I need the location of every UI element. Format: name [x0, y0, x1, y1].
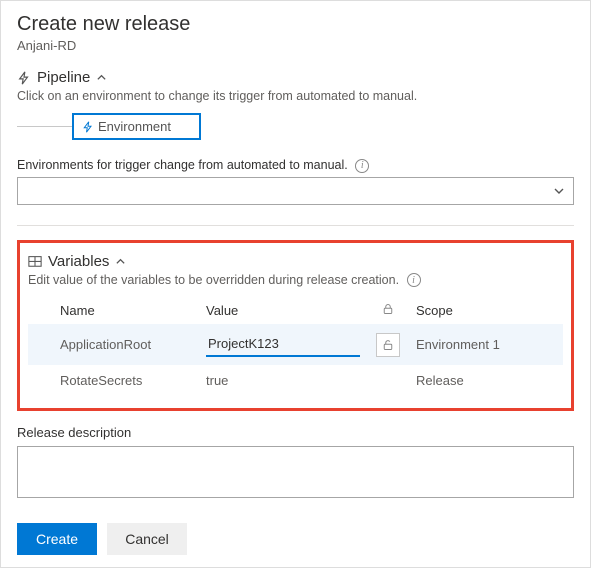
chevron-up-icon	[96, 72, 107, 83]
table-header-row: Name Value Scope	[28, 297, 563, 324]
environments-label: Environments for trigger change from aut…	[17, 158, 574, 173]
col-value: Value	[198, 297, 368, 324]
variables-table: Name Value Scope ApplicationRoot	[28, 297, 563, 396]
release-definition-name: Anjani-RD	[17, 38, 574, 53]
description-label: Release description	[17, 425, 574, 440]
grid-icon	[28, 254, 42, 268]
variable-name: ApplicationRoot	[28, 324, 198, 365]
variables-label: Variables	[48, 253, 109, 270]
pipeline-label: Pipeline	[37, 69, 90, 86]
chevron-down-icon	[553, 185, 565, 197]
pipeline-hint: Click on an environment to change its tr…	[17, 89, 574, 103]
lock-icon	[382, 303, 394, 315]
divider	[17, 225, 574, 226]
chevron-up-icon	[115, 256, 126, 267]
lock-button[interactable]	[376, 333, 400, 357]
variable-name: RotateSecrets	[28, 365, 198, 396]
cancel-button[interactable]: Cancel	[107, 523, 187, 555]
environment-stage[interactable]: Environment	[72, 113, 201, 140]
col-name: Name	[28, 297, 198, 324]
button-row: Create Cancel	[17, 523, 574, 555]
col-scope: Scope	[408, 297, 563, 324]
pipeline-section-toggle[interactable]: Pipeline	[17, 69, 574, 86]
pipeline-diagram: Environment	[17, 113, 574, 140]
table-row[interactable]: RotateSecrets true Release	[28, 365, 563, 396]
variable-value-input[interactable]	[206, 332, 360, 357]
variable-value: true	[198, 365, 368, 396]
description-textarea[interactable]	[17, 446, 574, 498]
info-icon[interactable]: i	[407, 273, 421, 287]
pipeline-connector	[17, 126, 72, 127]
unlock-icon	[382, 339, 394, 351]
info-icon[interactable]: i	[355, 159, 369, 173]
page-title: Create new release	[17, 13, 574, 36]
lightning-icon	[17, 71, 31, 85]
create-button[interactable]: Create	[17, 523, 97, 555]
variable-scope: Release	[408, 365, 563, 396]
variables-highlight: Variables Edit value of the variables to…	[17, 240, 574, 412]
lightning-icon	[82, 121, 94, 133]
variables-section-toggle[interactable]: Variables	[28, 253, 563, 270]
environment-stage-label: Environment	[98, 119, 171, 134]
col-lock	[368, 297, 408, 324]
variable-scope: Environment 1	[408, 324, 563, 365]
table-row[interactable]: ApplicationRoot Environment 1	[28, 324, 563, 365]
variables-hint: Edit value of the variables to be overri…	[28, 273, 563, 288]
environments-dropdown[interactable]	[17, 177, 574, 205]
